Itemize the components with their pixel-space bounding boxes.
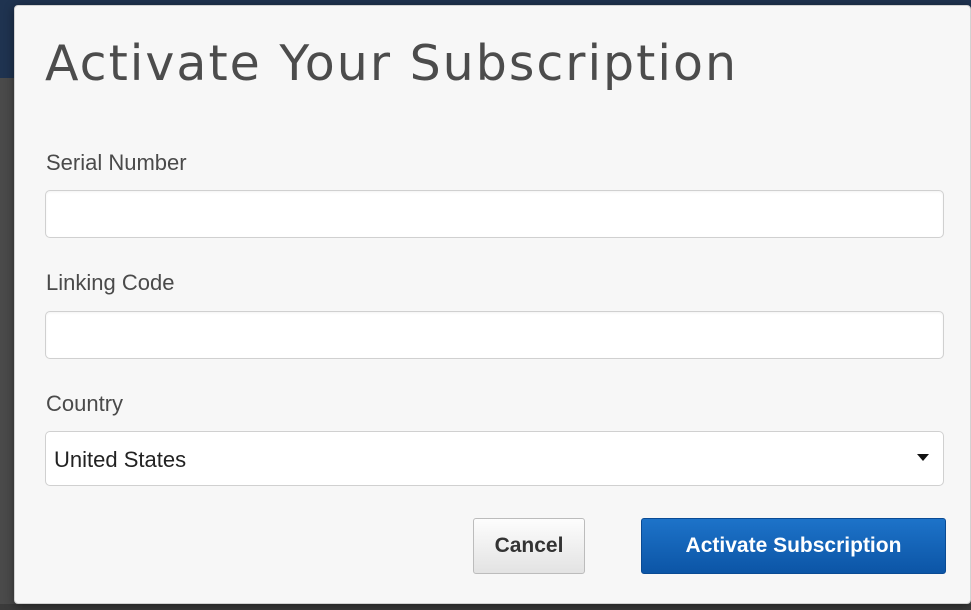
activate-subscription-dialog: Activate Your Subscription Serial Number… <box>14 5 971 604</box>
serial-number-input[interactable] <box>45 190 944 238</box>
country-label: Country <box>46 391 124 416</box>
linking-code-label: Linking Code <box>46 270 175 295</box>
dialog-title: Activate Your Subscription <box>45 35 739 92</box>
activate-subscription-button[interactable]: Activate Subscription <box>641 518 946 574</box>
caret-down-icon <box>917 454 929 461</box>
country-selected-value: United States <box>54 447 187 472</box>
cancel-button[interactable]: Cancel <box>473 518 585 574</box>
background-footer <box>0 604 971 610</box>
linking-code-input[interactable] <box>45 311 944 359</box>
country-select[interactable]: United States <box>45 431 944 486</box>
serial-number-label: Serial Number <box>46 150 187 175</box>
